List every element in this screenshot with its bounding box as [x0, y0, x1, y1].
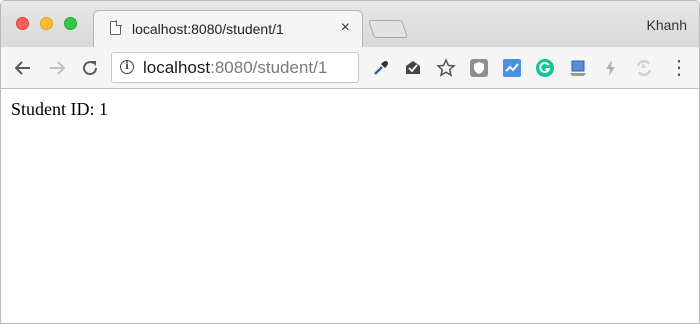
mail-check-icon[interactable]: [403, 58, 423, 78]
profile-name[interactable]: Khanh: [647, 17, 687, 33]
reload-icon: [83, 61, 98, 76]
grammarly-icon[interactable]: [535, 58, 555, 78]
back-button[interactable]: [11, 56, 35, 80]
url-host: localhost: [143, 58, 211, 77]
toolbar: i localhost:8080/student/1 ⋮: [1, 47, 699, 89]
lightning-icon[interactable]: [601, 58, 621, 78]
student-id-text: Student ID: 1: [11, 99, 108, 119]
tab-strip: localhost:8080/student/1 × Khanh: [1, 1, 699, 48]
chart-extension-icon[interactable]: [502, 58, 522, 78]
sync-extension-icon[interactable]: [634, 58, 654, 78]
info-icon[interactable]: i: [120, 60, 134, 74]
zoom-window-button[interactable]: [64, 17, 77, 30]
url-text: localhost:8080/student/1: [143, 58, 327, 78]
forward-button[interactable]: [45, 56, 69, 80]
page-content: Student ID: 1: [1, 89, 699, 323]
shield-extension-icon[interactable]: [469, 58, 489, 78]
tab-close-button[interactable]: ×: [341, 19, 350, 37]
back-arrow-icon: [14, 61, 30, 75]
tab-title: localhost:8080/student/1: [132, 21, 284, 37]
url-path: :8080/student/1: [210, 58, 328, 77]
laptop-extension-icon[interactable]: [568, 58, 588, 78]
new-tab-button[interactable]: [368, 20, 408, 38]
close-window-button[interactable]: [16, 17, 29, 30]
star-icon[interactable]: [436, 58, 456, 78]
reload-button[interactable]: [78, 56, 102, 80]
browser-window: localhost:8080/student/1 × Khanh i local…: [0, 0, 700, 324]
forward-arrow-icon: [50, 61, 66, 75]
active-tab[interactable]: localhost:8080/student/1 ×: [93, 10, 363, 48]
minimize-window-button[interactable]: [40, 17, 53, 30]
page-icon: [110, 21, 121, 35]
address-bar[interactable]: i localhost:8080/student/1: [111, 52, 359, 83]
eyedropper-icon[interactable]: [371, 58, 391, 78]
menu-button[interactable]: ⋮: [667, 56, 691, 80]
